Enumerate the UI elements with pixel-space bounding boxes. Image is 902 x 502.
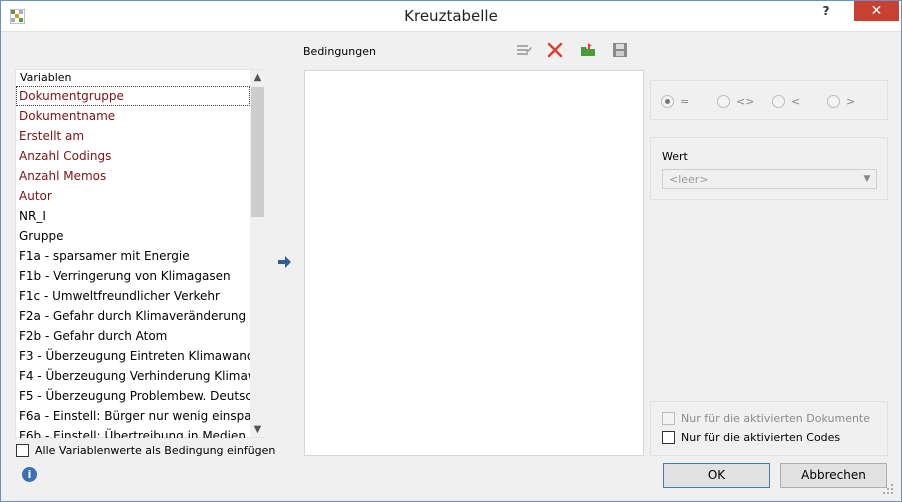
scroll-down-icon[interactable]: ▼ bbox=[250, 422, 265, 437]
variables-list[interactable]: Variablen Dokumentgruppe Dokumentname Erst… bbox=[15, 69, 265, 438]
operator-equal-radio[interactable] bbox=[661, 95, 674, 108]
value-select-text: <leer> bbox=[669, 173, 709, 186]
operator-group: = <> < > bbox=[650, 80, 888, 120]
ok-button[interactable]: OK bbox=[663, 463, 770, 488]
operator-not-equal-radio[interactable] bbox=[717, 95, 730, 108]
only-active-codes-checkbox[interactable] bbox=[662, 431, 675, 444]
list-item[interactable]: F4 - Überzeugung Verhinderung Klimawa... bbox=[16, 366, 250, 386]
operator-not-equal-label: <> bbox=[736, 95, 755, 108]
conditions-area[interactable] bbox=[304, 70, 644, 456]
operator-greater-label: > bbox=[846, 95, 856, 108]
value-group: Wert <leer> ▼ bbox=[650, 137, 888, 200]
only-active-documents-checkbox[interactable] bbox=[662, 412, 675, 425]
operator-less-label: < bbox=[791, 95, 801, 108]
crosstab-dialog: Kreuztabelle ? ✕ Bedingungen Variablen D… bbox=[0, 0, 902, 502]
list-item[interactable]: Gruppe bbox=[16, 226, 250, 246]
info-icon[interactable]: i bbox=[22, 467, 37, 482]
list-item[interactable]: Erstellt am bbox=[16, 126, 250, 146]
variables-header: Variablen bbox=[20, 71, 72, 84]
list-item[interactable]: NR_I bbox=[16, 206, 250, 226]
all-values-label: Alle Variablenwerte als Bedingung einfüg… bbox=[35, 444, 276, 457]
filters-group: Nur für die aktivierten Dokumente Nur fü… bbox=[650, 401, 888, 456]
delete-condition-icon bbox=[547, 42, 563, 58]
operator-less-radio[interactable] bbox=[772, 95, 785, 108]
list-item[interactable]: F1a - sparsamer mit Energie bbox=[16, 246, 250, 266]
list-item[interactable]: F6b - Einstell: Übertreibung in Medien bbox=[16, 426, 250, 438]
only-active-codes-label: Nur für die aktivierten Codes bbox=[681, 431, 841, 444]
list-item[interactable]: F6a - Einstell: Bürger nur wenig einspar… bbox=[16, 406, 250, 426]
edit-condition-button[interactable] bbox=[515, 41, 533, 59]
list-item[interactable]: Dokumentname bbox=[16, 106, 250, 126]
window-title: Kreuztabelle bbox=[404, 7, 498, 25]
operator-greater-radio[interactable] bbox=[827, 95, 840, 108]
value-select[interactable]: <leer> ▼ bbox=[662, 169, 877, 189]
scroll-up-icon[interactable]: ▲ bbox=[250, 70, 265, 85]
list-item[interactable]: F1b - Verringerung von Klimagasen bbox=[16, 266, 250, 286]
resize-grip-icon[interactable] bbox=[882, 483, 894, 495]
close-button[interactable]: ✕ bbox=[854, 1, 899, 21]
edit-condition-icon bbox=[517, 45, 532, 55]
arrow-right-icon[interactable] bbox=[278, 255, 292, 269]
operator-not-equal[interactable]: <> bbox=[717, 95, 754, 108]
list-item[interactable]: F1c - Umweltfreundlicher Verkehr bbox=[16, 286, 250, 306]
list-item[interactable]: F2a - Gefahr durch Klimaveränderung bbox=[16, 306, 250, 326]
list-item[interactable]: Autor bbox=[16, 186, 250, 206]
conditions-label: Bedingungen bbox=[303, 45, 376, 58]
list-item[interactable]: F5 - Überzeugung Problembew. Deutschl... bbox=[16, 386, 250, 406]
only-active-documents-label: Nur für die aktivierten Dokumente bbox=[681, 412, 871, 425]
variables-scrollbar[interactable]: ▲ ▼ bbox=[250, 70, 265, 437]
variables-items: Dokumentgruppe Dokumentname Erstellt am Anz… bbox=[16, 86, 250, 438]
list-item[interactable]: Dokumentgruppe bbox=[16, 86, 250, 106]
save-conditions-button[interactable] bbox=[611, 41, 629, 59]
value-label: Wert bbox=[662, 150, 688, 163]
operator-less[interactable]: < bbox=[772, 95, 800, 108]
only-active-documents-row[interactable]: Nur für die aktivierten Dokumente bbox=[662, 412, 870, 425]
list-item[interactable]: F3 - Überzeugung Eintreten Klimawandel bbox=[16, 346, 250, 366]
operator-greater[interactable]: > bbox=[827, 95, 855, 108]
save-icon bbox=[613, 43, 627, 57]
operator-equal[interactable]: = bbox=[661, 95, 689, 108]
all-values-checkbox-row[interactable]: Alle Variablenwerte als Bedingung einfüg… bbox=[16, 444, 275, 457]
open-folder-icon bbox=[581, 43, 595, 56]
delete-condition-button[interactable] bbox=[546, 41, 564, 59]
chevron-down-icon[interactable]: ▼ bbox=[859, 171, 875, 187]
only-active-codes-row[interactable]: Nur für die aktivierten Codes bbox=[662, 431, 840, 444]
scroll-thumb[interactable] bbox=[251, 87, 264, 217]
open-conditions-button[interactable] bbox=[579, 41, 597, 59]
title-bar: Kreuztabelle ? ✕ bbox=[1, 1, 901, 32]
all-values-checkbox[interactable] bbox=[16, 444, 29, 457]
list-item[interactable]: F2b - Gefahr durch Atom bbox=[16, 326, 250, 346]
operator-equal-label: = bbox=[680, 95, 690, 108]
help-button[interactable]: ? bbox=[813, 1, 839, 21]
cancel-button[interactable]: Abbrechen bbox=[780, 463, 887, 488]
list-item[interactable]: Anzahl Codings bbox=[16, 146, 250, 166]
list-item[interactable]: Anzahl Memos bbox=[16, 166, 250, 186]
